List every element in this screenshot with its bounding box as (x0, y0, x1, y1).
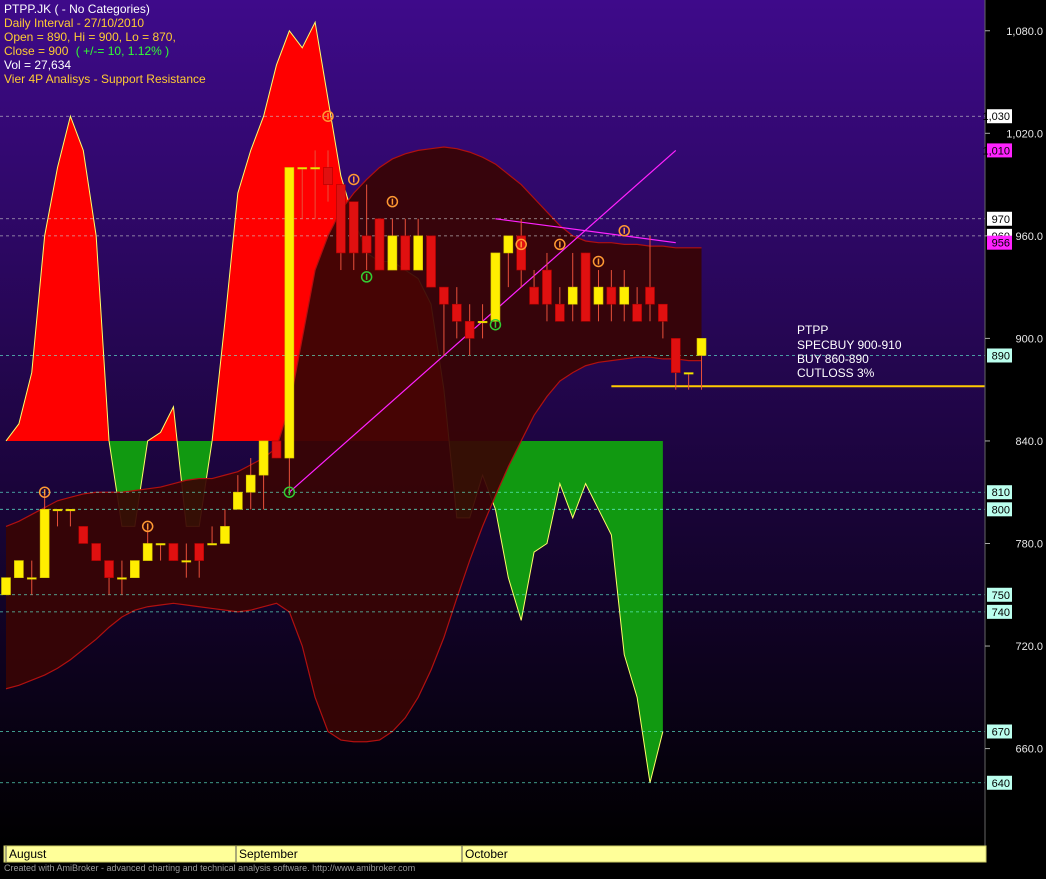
candle-body (696, 338, 707, 356)
candle-body (52, 509, 63, 512)
level-label-text: 970 (992, 214, 1010, 226)
candle-body (233, 491, 243, 510)
header-close-change: ( +/-= 10, 1.12% ) (76, 44, 169, 58)
level-label-text: 890 (992, 350, 1010, 362)
candle-body (464, 321, 475, 339)
y-tick-label: 720.0 (1015, 641, 1043, 653)
candle-body (439, 286, 449, 305)
candle-body (451, 303, 462, 322)
candle-body (297, 167, 308, 170)
level-label-text: 1,010 (982, 145, 1010, 157)
header-indicator: Vier 4P Analisys - Support Resistance (4, 72, 206, 86)
candle-body (606, 286, 617, 305)
header-volume: Vol = 27,634 (4, 58, 71, 72)
candle-body (65, 509, 76, 512)
y-tick-label: 960.0 (1015, 231, 1043, 243)
month-label-october: October (465, 847, 508, 861)
candle-body (1, 577, 11, 596)
annotation-line: PTPP (797, 323, 828, 337)
candle-body (580, 252, 591, 322)
y-tick-label: 1,020.0 (1006, 128, 1043, 140)
header-symbol: PTPP.JK ( - No Categories) (4, 2, 150, 16)
level-label-text: 750 (992, 590, 1010, 602)
candle-body (658, 303, 668, 322)
candle-body (361, 235, 372, 254)
candle-body (104, 560, 114, 578)
candle-body (271, 440, 282, 459)
candle-body (91, 543, 101, 561)
x-axis: August September October (3, 845, 987, 863)
candle-body (130, 560, 140, 578)
candle-body (619, 286, 630, 305)
candle-body (632, 303, 642, 322)
annotation-line: CUTLOSS 3% (797, 366, 875, 380)
annotation-line: BUY 860-890 (797, 352, 869, 366)
candle-body (567, 286, 578, 305)
header-interval: Daily Interval - 27/10/2010 (4, 16, 144, 30)
candle-body (645, 286, 655, 305)
y-tick-label: 840.0 (1015, 436, 1043, 448)
candle-body (323, 167, 333, 185)
candle-body (117, 577, 127, 580)
candle-body (400, 235, 411, 271)
candle-body (426, 235, 436, 288)
candle-body (670, 338, 681, 373)
level-label-text: 1,030 (982, 111, 1010, 123)
level-label-text: 810 (992, 487, 1010, 499)
candle-body (542, 269, 552, 305)
candle-body (14, 560, 24, 578)
candle-body (503, 235, 514, 254)
y-tick-label: 1,080.0 (1006, 26, 1043, 38)
y-tick-label: 780.0 (1015, 538, 1043, 550)
candle-body (490, 252, 501, 322)
candle-body (155, 543, 166, 546)
level-label-text: 800 (992, 504, 1010, 516)
stock-chart: 660.0 720.0 780.0 840.0 900.0 960.0 1,020.0 1,0… (0, 0, 1046, 874)
candle-body (245, 474, 256, 493)
candle-body (194, 543, 204, 561)
candle-body (258, 440, 269, 476)
candle-body (555, 303, 565, 322)
month-label-september: September (239, 847, 298, 861)
candle-body (336, 184, 346, 254)
candle-body (683, 372, 694, 375)
candle-body (207, 543, 217, 546)
candle-body (374, 218, 385, 271)
candle-body (39, 509, 50, 578)
y-tick-label: 660.0 (1015, 744, 1043, 756)
header-close-value: Close = 900 (4, 44, 69, 58)
candle-body (529, 286, 539, 305)
chart-canvas: 660.0 720.0 780.0 840.0 900.0 960.0 1,020.0 1,0… (0, 0, 1046, 874)
candle-body (220, 526, 230, 544)
level-label-text: 956 (992, 238, 1010, 250)
level-label-text: 640 (992, 778, 1010, 790)
annotation-line: SPECBUY 900-910 (797, 338, 902, 352)
candle-body (168, 543, 179, 561)
candle-body (26, 577, 37, 580)
header-close: Close = 900 ( +/-= 10, 1.12% ) (4, 44, 169, 58)
candle-body (477, 321, 488, 324)
candle-body (593, 286, 604, 305)
month-label-august: August (9, 847, 47, 861)
candle-body (348, 201, 359, 254)
candle-body (284, 167, 295, 459)
candle-body (310, 167, 320, 170)
candle-body (142, 543, 153, 561)
footer-credit: Created with AmiBroker - advanced charti… (4, 863, 415, 873)
level-label-text: 740 (992, 607, 1010, 619)
y-tick-label: 900.0 (1015, 333, 1043, 345)
candle-body (181, 560, 192, 563)
candle-body (387, 235, 398, 271)
level-label-text: 670 (992, 726, 1010, 738)
header-ohlc: Open = 890, Hi = 900, Lo = 870, (4, 30, 176, 44)
candle-body (413, 235, 423, 271)
candle-body (78, 526, 89, 544)
